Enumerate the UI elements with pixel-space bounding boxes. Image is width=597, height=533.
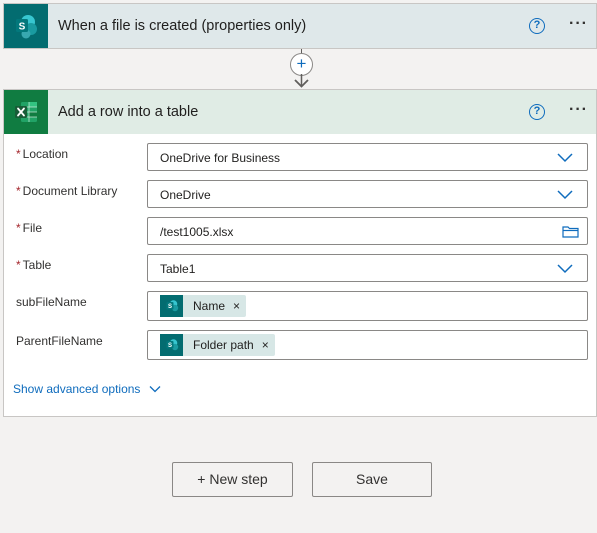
arrow-down-icon [294, 74, 309, 88]
svg-text:S: S [19, 22, 26, 33]
location-label: * Location [16, 147, 69, 161]
sub-file-name-label: subFileName [16, 295, 87, 309]
parent-file-name-input[interactable]: S Folder path × [147, 330, 588, 360]
parent-file-name-row: ParentFileName S Folder path × [4, 330, 597, 360]
token-label: Folder path [193, 338, 254, 352]
chevron-down-icon[interactable] [557, 151, 573, 163]
location-value: OneDrive for Business [160, 151, 281, 165]
svg-text:S: S [167, 343, 171, 349]
sub-file-name-row: subFileName S Name × [4, 291, 597, 321]
location-row: * Location OneDrive for Business [4, 143, 597, 173]
advanced-options-label: Show advanced options [13, 382, 141, 396]
trigger-card[interactable]: S When a file is created (properties onl… [3, 3, 597, 49]
save-button[interactable]: Save [312, 462, 432, 497]
file-row: * File /test1005.xlsx [4, 217, 597, 247]
file-input[interactable]: /test1005.xlsx [147, 217, 588, 245]
help-icon[interactable]: ? [529, 18, 545, 34]
table-label: * Table [16, 258, 52, 272]
insert-step-button[interactable]: + [290, 53, 313, 76]
sharepoint-icon: S [160, 295, 183, 317]
help-icon[interactable]: ? [529, 104, 545, 120]
svg-text:S: S [167, 304, 171, 310]
table-value: Table1 [160, 262, 196, 276]
trigger-title: When a file is created (properties only) [58, 18, 307, 34]
required-marker: * [16, 258, 21, 272]
sharepoint-icon: S [4, 4, 48, 48]
required-marker: * [16, 221, 21, 235]
document-library-row: * Document Library OneDrive [4, 180, 597, 210]
chevron-down-icon[interactable] [557, 262, 573, 274]
chevron-down-icon [149, 386, 161, 393]
show-advanced-options-link[interactable]: Show advanced options [13, 382, 161, 396]
table-row: * Table Table1 [4, 254, 597, 284]
folder-icon[interactable] [562, 225, 579, 238]
document-library-value: OneDrive [160, 188, 211, 202]
required-marker: * [16, 147, 21, 161]
new-step-button[interactable]: + New step [172, 462, 293, 497]
file-value: /test1005.xlsx [160, 225, 234, 239]
dynamic-content-token[interactable]: S Name × [160, 295, 247, 317]
sharepoint-icon: S [160, 334, 183, 356]
location-dropdown[interactable]: OneDrive for Business [147, 143, 588, 171]
action-title: Add a row into a table [58, 104, 199, 120]
dynamic-content-token[interactable]: S Folder path × [160, 334, 275, 356]
trigger-header[interactable]: S When a file is created (properties onl… [4, 4, 596, 48]
excel-icon [4, 90, 48, 134]
document-library-label: * Document Library [16, 184, 118, 198]
chevron-down-icon[interactable] [557, 188, 573, 200]
document-library-dropdown[interactable]: OneDrive [147, 180, 588, 208]
remove-token-icon[interactable]: × [233, 299, 240, 313]
required-marker: * [16, 184, 21, 198]
table-dropdown[interactable]: Table1 [147, 254, 588, 282]
action-header[interactable]: Add a row into a table ? ··· [4, 90, 596, 134]
file-label: * File [16, 221, 43, 235]
more-options-icon[interactable]: ··· [569, 101, 588, 119]
more-options-icon[interactable]: ··· [569, 15, 588, 33]
action-card[interactable]: Add a row into a table ? ··· * Location O… [3, 89, 597, 417]
parent-file-name-label: ParentFileName [16, 334, 103, 348]
token-label: Name [193, 299, 226, 313]
remove-token-icon[interactable]: × [262, 338, 269, 352]
sub-file-name-input[interactable]: S Name × [147, 291, 588, 321]
